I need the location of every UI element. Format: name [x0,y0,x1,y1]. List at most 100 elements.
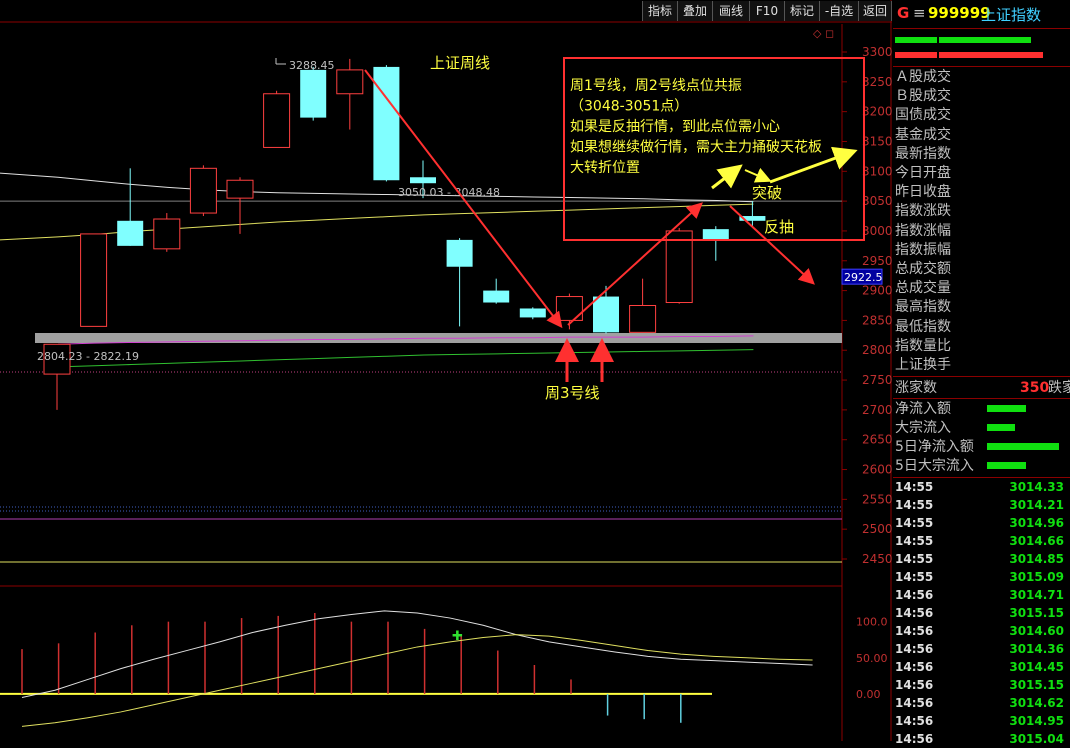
tick-row: 14:56 3015.04 [893,730,1070,748]
candle-body-up [555,296,583,321]
tick-row: 14:56 3014.62 [893,694,1070,712]
candle-body-up [336,69,364,95]
pullback-label: 反抽 [764,218,794,236]
ma-line-green [57,349,754,368]
lower-level-label: 2804.23 - 2822.19 [37,350,139,363]
price-tick-label: 3100 [862,164,892,178]
tick-value: 3015.15 [1009,678,1064,692]
tick-time: 14:56 [895,696,934,710]
candle-body-down [373,66,400,181]
f10-button[interactable]: F10 [749,1,785,21]
stat-label: Ａ股成交 [895,69,951,85]
ma-line-yellow [0,203,754,241]
stat-label: 指数量比 [895,337,951,354]
mark-button[interactable]: 标记 [784,1,820,21]
candle-body-down [410,177,436,184]
flow-label: 5日大宗流入 [895,458,974,474]
signal-cross-icon: ✚ [452,629,463,644]
chart-title: 上证周线 [430,54,490,72]
back-button[interactable]: 返回 [858,1,892,21]
stat-label: 最低指数 [895,318,951,335]
stat-label: Ｂ股成交 [895,88,951,105]
tick-value: 3014.36 [1009,642,1064,656]
tick-time: 14:56 [895,732,934,746]
candle-body-up [153,218,181,250]
yellow-arrow-1 [711,164,743,190]
stat-label: 指数涨幅 [895,222,951,239]
chart-toolbar: 指标 叠加 画线 F10 标记 -自选 返回 [0,0,892,22]
tick-time: 14:56 [895,624,934,638]
week3-label: 周3号线 [545,384,600,402]
rise-count: 350 [1020,380,1050,396]
tick-time: 14:56 [895,606,934,620]
candle-body-down [446,239,473,267]
volume-bar-red-1 [895,52,937,58]
price-tick-label: 3000 [862,224,892,238]
diamond-icon: ◇ ◻ [813,27,834,40]
flow-label: 净流入额 [895,401,951,417]
tick-time: 14:55 [895,552,934,566]
tick-time: 14:55 [895,498,934,512]
candle-body-down [593,296,619,333]
tick-value: 3014.62 [1009,696,1064,710]
tick-value: 3015.04 [1009,732,1064,746]
tick-value: 3014.71 [1009,588,1064,602]
price-tick-label: 2750 [862,373,892,387]
stat-label: 上证换手 [895,357,951,373]
tick-value: 3015.15 [1009,606,1064,620]
annotation-line: 周1号线，周2号线点位共振 [570,78,742,94]
red-arrow-down [364,69,563,329]
candle-body-up [226,179,254,199]
indicator-tick-label: 50.00 [856,652,888,665]
stat-label: 总成交量 [895,280,951,297]
volume-bar-red-2 [939,52,1043,58]
price-tick-label: 2650 [862,433,892,447]
tick-time: 14:55 [895,570,934,584]
draw-line-button[interactable]: 画线 [712,1,750,21]
price-tick-label: 2550 [862,492,892,506]
tick-value: 3014.66 [1009,534,1064,548]
tick-row: 14:55 3015.09 [893,568,1070,586]
tick-time: 14:56 [895,678,934,692]
stat-label: 今日开盘 [895,165,951,181]
add-watchlist-button[interactable]: -自选 [819,1,859,21]
tick-row: 14:55 3014.96 [893,514,1070,532]
tick-row: 14:55 3014.33 [893,478,1070,496]
stock-name: 上证指数 [981,6,1042,24]
price-tick-label: 2700 [862,403,892,417]
price-tick-label: 3200 [862,105,892,119]
kline-chart[interactable]: 3300 3250 3200 3150 3100 3050 3000 2950 2900 2850… [0,0,892,741]
indicator-tick-label: 0.00 [856,688,881,701]
indicator-button[interactable]: 指标 [642,1,678,21]
candle-body-up [629,305,657,333]
tick-row: 14:55 3014.21 [893,496,1070,514]
yellow-arrow-2 [744,167,772,183]
rise-label: 涨家数 [895,380,937,396]
annotation-line: 大转折位置 [570,160,640,176]
tick-value: 3014.45 [1009,660,1064,674]
price-tick-label: 2450 [862,552,892,566]
tick-row: 14:56 3014.60 [893,622,1070,640]
fall-label: 跌家 [1048,380,1070,396]
tick-time: 14:56 [895,588,934,602]
price-tick-label: 2800 [862,343,892,357]
tick-value: 3015.09 [1009,570,1064,584]
tick-row: 14:55 3014.66 [893,532,1070,550]
overlay-button[interactable]: 叠加 [677,1,713,21]
high-marker-icon [275,58,286,65]
candle-body-down [483,290,510,303]
price-tick-label: 2500 [862,522,892,536]
indicator-tick-label: 100.0 [856,616,888,629]
candle-body-up [665,230,693,304]
indicator-line-yellow [21,634,813,727]
annotation-line: （3048-3051点） [570,99,688,115]
tick-value: 3014.60 [1009,624,1064,638]
menu-icon[interactable]: ≡ [913,4,926,22]
candle-body-down [300,69,327,118]
price-tick-label: 2850 [862,313,892,327]
high-price-label: 3288.45 [289,59,335,72]
tick-time: 14:55 [895,480,934,494]
rise-count-row: 涨家数 350 跌家 [893,379,1070,398]
stat-label: 指数振幅 [895,241,951,258]
flow-bar [987,462,1026,469]
